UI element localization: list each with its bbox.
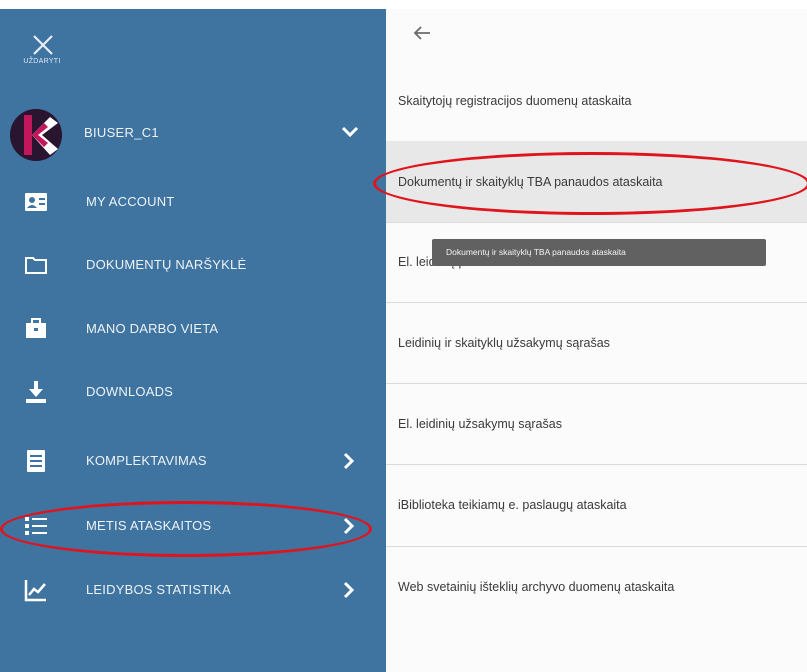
sidebar-item-metis-ataskaitos[interactable]: METIS ATASKAITOS xyxy=(0,495,386,557)
sidebar-item-label: DOWNLOADS xyxy=(86,384,174,399)
top-strip xyxy=(0,0,807,9)
sidebar-item-komplektavimas[interactable]: KOMPLEKTAVIMAS xyxy=(0,430,386,492)
folder-icon xyxy=(25,257,47,274)
sidebar-item-leidybos-statistika[interactable]: LEIDYBOS STATISTIKA xyxy=(0,559,386,621)
sidebar-item-label: LEIDYBOS STATISTIKA xyxy=(86,582,231,597)
report-item[interactable]: Leidinių ir skaityklų užsakymų sąrašas xyxy=(386,302,807,384)
tooltip: Dokumentų ir skaityklų TBA panaudos atas… xyxy=(432,239,766,266)
close-caption: UŽDARYTI xyxy=(23,58,61,65)
list-icon xyxy=(25,517,47,535)
sidebar-item-label: MY ACCOUNT xyxy=(86,194,175,209)
report-item[interactable]: iBiblioteka teikiamų e. paslaugų ataskai… xyxy=(386,464,807,547)
sidebar-item-my-account[interactable]: MY ACCOUNT xyxy=(0,171,386,233)
chevron-right-icon xyxy=(343,517,355,535)
report-item[interactable]: Skaitytojų registracijos duomenų ataskai… xyxy=(386,60,807,142)
back-arrow-icon[interactable] xyxy=(410,22,436,44)
close-icon xyxy=(33,35,53,55)
k-logo-icon xyxy=(10,109,62,161)
report-item[interactable]: Web svetainių išteklių archyvo duomenų a… xyxy=(386,546,807,672)
avatar xyxy=(10,109,62,161)
sidebar-item-mano-darbo-vieta[interactable]: MANO DARBO VIETA xyxy=(0,298,386,360)
briefcase-icon xyxy=(26,318,46,338)
sidebar: UŽDARYTI BIUSER_C1 MY ACCOUNT DOKUMENTŲ … xyxy=(0,9,386,672)
user-menu[interactable]: BIUSER_C1 xyxy=(0,103,386,163)
account-card-icon xyxy=(25,193,47,211)
sidebar-item-label: METIS ATASKAITOS xyxy=(86,518,212,533)
report-item[interactable]: El. leidinių užsakymų sąrašas xyxy=(386,383,807,465)
chevron-right-icon xyxy=(343,452,355,470)
download-icon xyxy=(26,381,46,403)
sidebar-item-label: KOMPLEKTAVIMAS xyxy=(86,453,207,468)
report-item-highlighted[interactable]: Dokumentų ir skaityklų TBA panaudos atas… xyxy=(386,141,807,223)
sidebar-item-label: MANO DARBO VIETA xyxy=(86,321,219,336)
sidebar-item-label: DOKUMENTŲ NARŠYKLĖ xyxy=(86,257,247,272)
sidebar-item-dokumentu-narsykle[interactable]: DOKUMENTŲ NARŠYKLĖ xyxy=(0,234,386,296)
user-name: BIUSER_C1 xyxy=(84,125,159,140)
close-menu-button[interactable]: UŽDARYTI xyxy=(22,29,68,75)
document-icon xyxy=(27,450,45,472)
chart-icon xyxy=(24,580,46,602)
chevron-down-icon xyxy=(341,126,359,138)
sidebar-item-downloads[interactable]: DOWNLOADS xyxy=(0,361,386,423)
chevron-right-icon xyxy=(343,581,355,599)
